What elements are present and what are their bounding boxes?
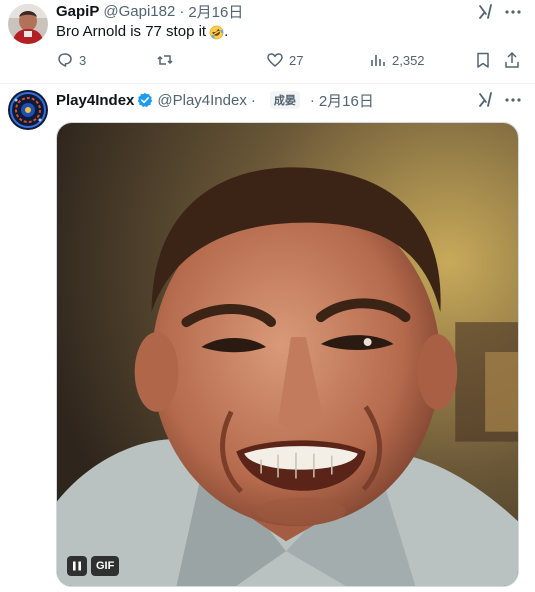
like-button[interactable]: 27 xyxy=(266,50,303,70)
author-name[interactable]: GapiP xyxy=(56,3,99,20)
reply-button[interactable]: 3 xyxy=(56,50,86,70)
reply-icon xyxy=(58,53,72,67)
analytics-icon xyxy=(371,55,385,66)
heart-icon xyxy=(267,53,283,67)
share-icon xyxy=(505,51,519,68)
pause-button[interactable] xyxy=(67,556,87,576)
views-button[interactable]: 2,352 xyxy=(369,50,425,70)
verified-badge-icon xyxy=(138,92,153,108)
gif-controls: GIF xyxy=(67,556,120,576)
separator-dot: · xyxy=(179,2,185,20)
grok-icon[interactable] xyxy=(476,2,496,22)
reply-tweet[interactable]: GapiP @Gapi182 · 2月16日 Bro Arnold is 77 … xyxy=(0,0,535,84)
tweet-header: Play4Index @Play4Index · 成晏 · 2月16日 xyxy=(56,90,374,110)
tweet-text: Bro Arnold is 77 stop it . xyxy=(56,22,228,42)
repost-button[interactable] xyxy=(156,50,179,70)
author-name[interactable]: Play4Index xyxy=(56,92,134,109)
separator-dot-2: · xyxy=(309,91,315,109)
media-tweet[interactable]: Play4Index @Play4Index · 成晏 · 2月16日 GIF xyxy=(0,84,535,592)
tweet-date[interactable]: 2月16日 xyxy=(319,90,374,111)
repost-icon xyxy=(157,55,173,65)
tweet-date[interactable]: 2月16日 xyxy=(188,1,243,22)
gapip-avatar[interactable] xyxy=(8,4,48,44)
gif-media[interactable]: GIF xyxy=(56,122,519,587)
play4index-avatar[interactable] xyxy=(8,90,48,130)
grok-icon[interactable] xyxy=(476,90,496,110)
more-options-icon[interactable] xyxy=(503,90,523,110)
bookmark-icon xyxy=(477,52,489,68)
gif-badge: GIF xyxy=(91,556,120,576)
tweet-text-body: Bro Arnold is 77 stop it xyxy=(56,23,207,40)
share-button[interactable] xyxy=(503,50,521,70)
pause-icon xyxy=(73,561,81,571)
reply-count: 3 xyxy=(79,52,87,68)
like-count: 27 xyxy=(289,52,304,68)
tweet-actions: 3 27 2,352 xyxy=(56,50,526,70)
tweet-text-end: . xyxy=(224,23,229,40)
views-count: 2,352 xyxy=(392,52,425,68)
bookmark-button[interactable] xyxy=(474,50,492,70)
author-handle[interactable]: @Gapi182 xyxy=(103,3,175,20)
tweet-header: GapiP @Gapi182 · 2月16日 xyxy=(56,1,243,21)
author-handle[interactable]: @Play4Index xyxy=(157,92,246,109)
separator-dot: · xyxy=(250,91,256,109)
gif-frame-image xyxy=(57,123,518,586)
content-label-badge: 成晏 xyxy=(269,91,300,109)
rolling-laughing-emoji-icon xyxy=(209,25,224,39)
more-options-icon[interactable] xyxy=(503,2,523,22)
